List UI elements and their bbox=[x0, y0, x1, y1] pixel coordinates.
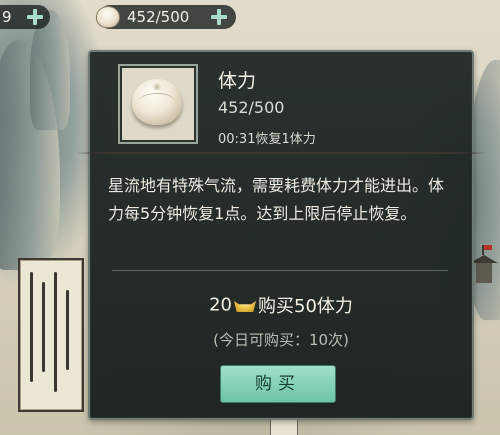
purchase-label: 购买50体力 bbox=[258, 296, 353, 317]
daily-purchase-limit: (今日可购买：10次) bbox=[213, 331, 349, 349]
resource-value: 9 bbox=[2, 8, 12, 26]
purchase-offer: 20 购买50体力 bbox=[90, 292, 472, 318]
recovery-timer: 00:31恢复1体力 bbox=[218, 132, 316, 147]
steamed-bun-icon bbox=[132, 79, 182, 125]
stamina-pill[interactable]: 452/500 bbox=[96, 5, 236, 29]
resource-bar: 9 452/500 bbox=[0, 0, 500, 34]
stamina-tooltip-panel: 体力 452/500 00:31恢复1体力 星流地有特殊气流，需要耗费体力才能进… bbox=[76, 50, 486, 420]
calligraphy-scroll bbox=[18, 258, 84, 412]
item-description: 星流地有特殊气流，需要耗费体力才能进出。体力每5分钟恢复1点。达到上限后停止恢复… bbox=[108, 176, 445, 223]
pagoda-tower bbox=[470, 245, 498, 285]
header-divider bbox=[76, 152, 486, 154]
resource-pill-left: 9 bbox=[0, 5, 50, 29]
item-name: 体力 bbox=[218, 70, 257, 92]
stamina-value: 452/500 bbox=[127, 8, 190, 26]
purchase-cost: 20 bbox=[209, 294, 232, 316]
stamina-amount: 452/500 bbox=[218, 98, 285, 117]
buy-button[interactable]: 购买 bbox=[220, 365, 336, 403]
gold-ingot-icon bbox=[234, 300, 256, 312]
section-divider bbox=[112, 270, 448, 271]
steamed-bun-icon bbox=[96, 6, 120, 28]
item-icon-frame bbox=[118, 64, 198, 144]
add-stamina-plus-icon[interactable] bbox=[210, 8, 228, 26]
add-resource-plus-icon[interactable] bbox=[26, 8, 44, 26]
